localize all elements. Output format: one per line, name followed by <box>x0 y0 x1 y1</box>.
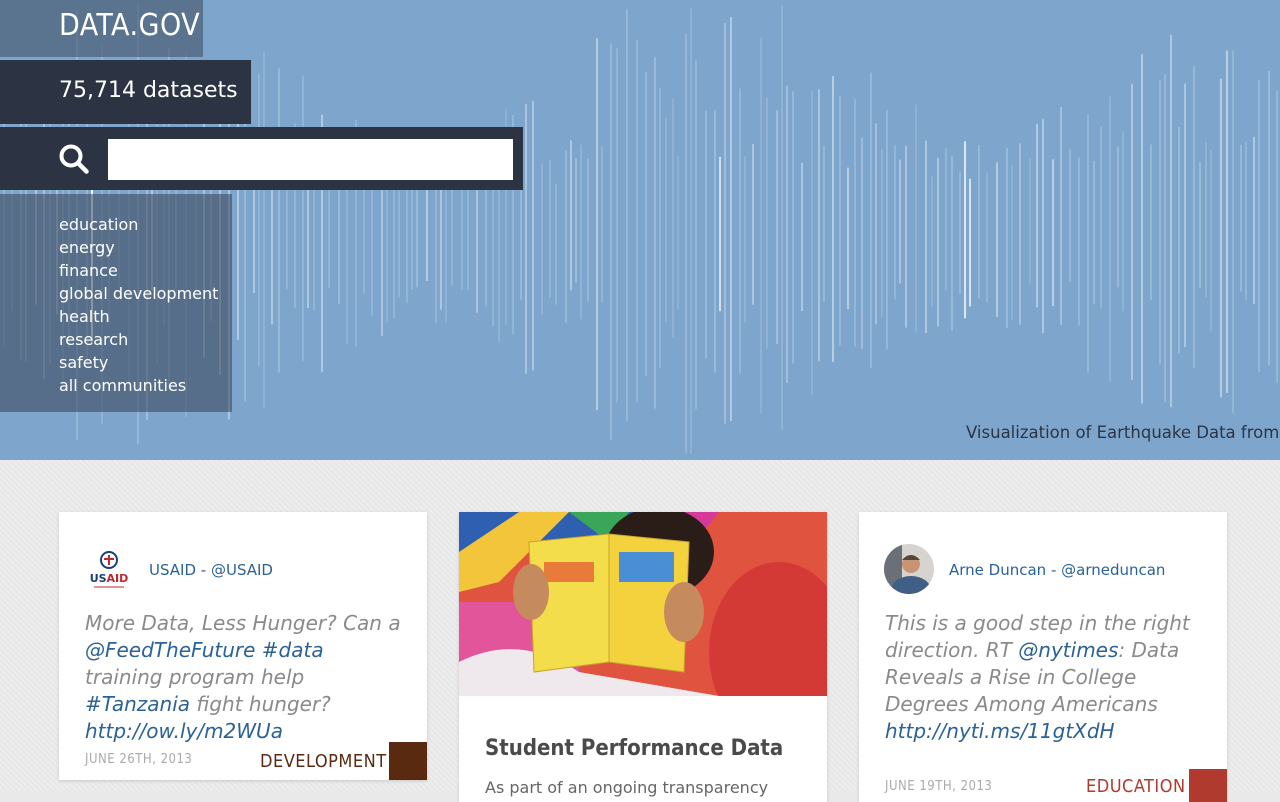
hero-banner: DATA.GOV 75,714 datasets education energ… <box>0 0 1280 460</box>
tweet-card-usaid[interactable]: USAID USAID - @USAID More Data, Less Hun… <box>59 512 427 780</box>
tweet-link[interactable]: @nytimes <box>1018 638 1118 662</box>
communities-list: education energy finance global developm… <box>59 213 218 397</box>
category-swatch[interactable] <box>1189 769 1227 802</box>
community-link-research[interactable]: research <box>59 328 218 351</box>
tweet-card-arneduncan[interactable]: Arne Duncan - @arneduncan This is a good… <box>859 512 1227 802</box>
tweet-handle[interactable]: USAID - @USAID <box>149 561 273 579</box>
tweet-text: More Data, Less Hunger? Can a @FeedTheFu… <box>85 610 405 745</box>
community-link-energy[interactable]: energy <box>59 236 218 259</box>
usaid-logo-avatar: USAID <box>90 551 129 588</box>
tweet-link[interactable]: #data <box>262 638 324 662</box>
tweet-text-segment: fight hunger? <box>190 692 331 716</box>
tweet-text-segment: training program help <box>85 665 305 689</box>
dataset-title[interactable]: Student Performance Data <box>485 736 783 761</box>
tweet-text-segment: More Data, Less Hunger? Can a <box>85 611 401 635</box>
tweet-link[interactable]: #Tanzania <box>85 692 190 716</box>
dataset-description: As part of an ongoing transparency <box>485 778 769 797</box>
tweet-handle[interactable]: Arne Duncan - @arneduncan <box>949 561 1165 579</box>
visualization-caption[interactable]: Visualization of Earthquake Data from U <box>966 423 1280 442</box>
tweet-link[interactable]: http://nyti.ms/11gtXdH <box>885 719 1115 743</box>
tweet-text: This is a good step in the right directi… <box>885 610 1205 745</box>
category-tag[interactable]: DEVELOPMENT <box>260 751 387 772</box>
community-link-finance[interactable]: finance <box>59 259 218 282</box>
tweet-link[interactable]: http://ow.ly/m2WUa <box>85 719 283 743</box>
search-input[interactable] <box>108 139 513 180</box>
category-tag[interactable]: EDUCATION <box>1086 776 1186 797</box>
community-link-global-development[interactable]: global development <box>59 282 218 305</box>
logo-box[interactable]: DATA.GOV <box>0 0 203 57</box>
tweet-date: JUNE 19TH, 2013 <box>885 779 993 794</box>
tweet-date: JUNE 26TH, 2013 <box>85 752 193 767</box>
community-link-safety[interactable]: safety <box>59 351 218 374</box>
child-reading-photo <box>459 512 827 696</box>
dataset-card-student-performance[interactable]: Student Performance Data As part of an o… <box>459 512 827 802</box>
category-swatch[interactable] <box>389 742 427 780</box>
dataset-count-box: 75,714 datasets <box>0 60 251 124</box>
community-link-health[interactable]: health <box>59 305 218 328</box>
site-logo[interactable]: DATA.GOV <box>59 8 200 43</box>
search-icon[interactable] <box>58 143 90 175</box>
svg-text:USAID: USAID <box>90 572 129 585</box>
tweet-link[interactable]: @FeedTheFuture <box>85 638 255 662</box>
avatar <box>884 544 934 594</box>
community-link-all[interactable]: all communities <box>59 374 218 397</box>
dataset-count: 75,714 datasets <box>59 78 238 103</box>
community-link-education[interactable]: education <box>59 213 218 236</box>
